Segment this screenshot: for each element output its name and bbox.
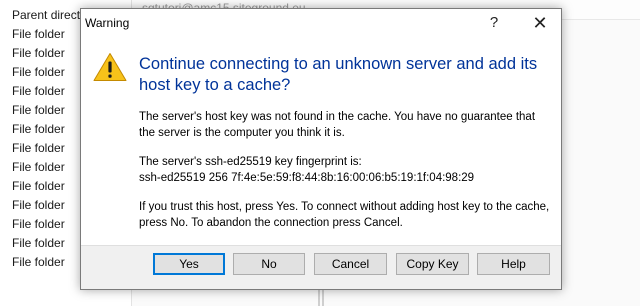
list-item[interactable]: File folder [12,122,65,136]
warning-dialog: Warning ? ✕ Continue connecting to an un… [80,8,562,290]
list-item[interactable]: File folder [12,65,65,79]
fingerprint-value: ssh-ed25519 256 7f:4e:5e:59:f8:44:8b:16:… [139,172,475,184]
dialog-heading: Continue connecting to an unknown server… [139,55,538,94]
list-item[interactable]: File folder [12,160,65,174]
no-button[interactable]: No [233,253,305,275]
list-item[interactable]: File folder [12,255,65,269]
list-item[interactable]: File folder [12,198,65,212]
list-item[interactable]: File folder [12,27,65,41]
dialog-title: Warning [85,16,130,30]
copy-key-button[interactable]: Copy Key [396,253,469,275]
warning-triangle-icon [93,53,127,81]
fingerprint-label: The server's ssh-ed25519 key fingerprint… [139,156,362,168]
cancel-button[interactable]: Cancel [314,253,387,275]
close-icon[interactable]: ✕ [527,11,553,35]
fingerprint-block: The server's ssh-ed25519 key fingerprint… [139,154,554,186]
list-item[interactable]: File folder [12,84,65,98]
list-item[interactable]: File folder [12,141,65,155]
list-item[interactable]: File folder [12,236,65,250]
list-item[interactable]: File folder [12,217,65,231]
help-question-icon[interactable]: ? [481,11,507,35]
yes-button[interactable]: Yes [153,253,225,275]
help-button[interactable]: Help [477,253,550,275]
list-item[interactable]: File folder [12,103,65,117]
host-key-not-found-message: The server's host key was not found in t… [139,111,536,139]
instructions-message: If you trust this host, press Yes. To co… [139,201,550,229]
list-item[interactable]: File folder [12,179,65,193]
list-item[interactable]: File folder [12,46,65,60]
dialog-titlebar[interactable]: Warning ? ✕ [81,9,561,37]
